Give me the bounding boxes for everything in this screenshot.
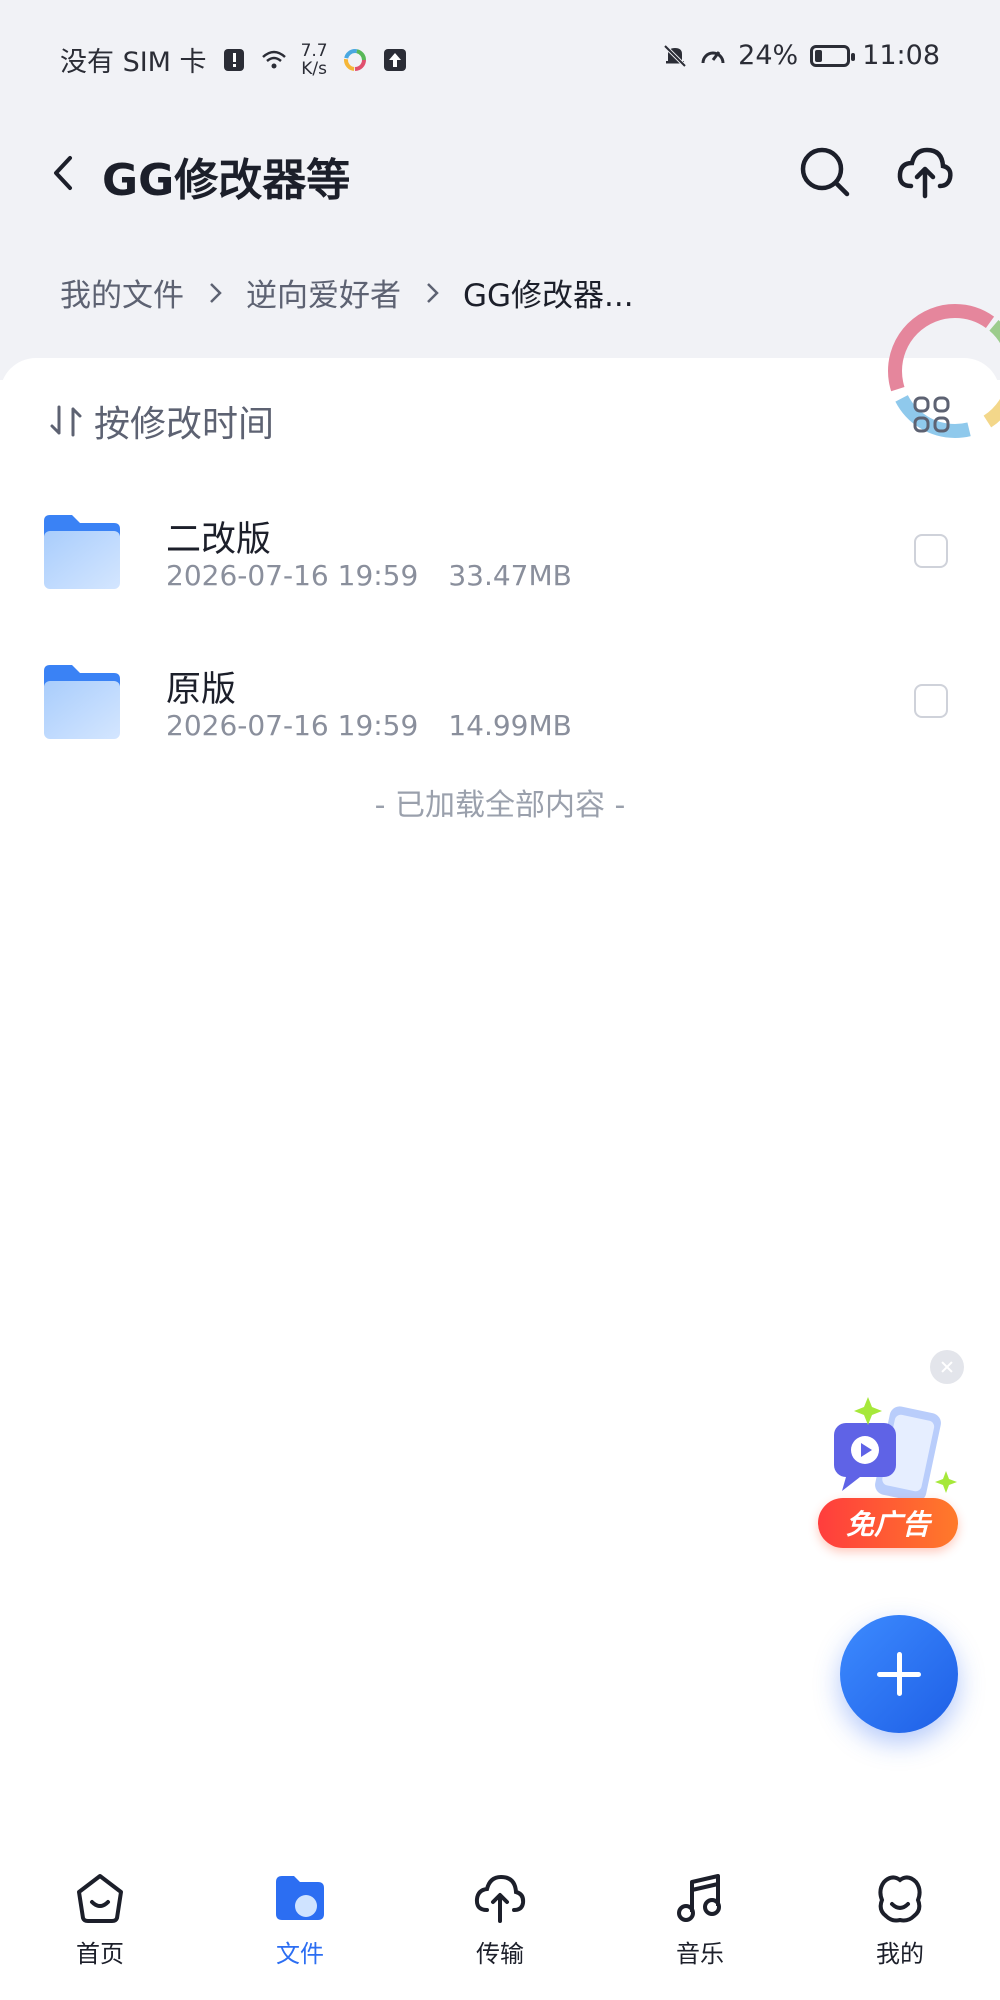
app-ring-icon (343, 48, 366, 71)
nav-item-files[interactable]: 文件 (240, 1870, 360, 1969)
folder-icon (44, 665, 120, 739)
nav-label: 首页 (76, 1940, 124, 1968)
file-meta: 2026-07-16 19:59 33.47MB (166, 559, 572, 592)
cloud-upload-icon[interactable] (895, 142, 955, 202)
nav-label: 我的 (876, 1940, 924, 1968)
clock: 11:08 (862, 40, 940, 71)
breadcrumb-item-current: GG修改器... (463, 278, 634, 314)
nav-item-music[interactable]: 音乐 (640, 1870, 760, 1969)
battery-percent: 24% (738, 40, 799, 71)
net-speed-unit: K/s (301, 58, 327, 79)
file-size: 14.99MB (448, 709, 572, 742)
sort-label: 按修改时间 (94, 404, 275, 445)
add-button[interactable] (840, 1615, 958, 1733)
carrier-label: 没有 SIM 卡 (60, 47, 207, 78)
bottom-nav: 首页 文件 传输 音乐 我的 (0, 1860, 1000, 2000)
chevron-right-icon (427, 282, 439, 303)
upload-notify-icon (383, 48, 406, 71)
net-speed-value: 7.7 (300, 40, 328, 61)
file-row[interactable]: 二改版 2026-07-16 19:59 33.47MB (0, 503, 1000, 623)
mute-bell-icon (663, 44, 687, 67)
breadcrumb: 我的文件 逆向爱好者 GG修改器... (60, 270, 634, 315)
sort-icon (50, 405, 82, 437)
file-date: 2026-07-16 19:59 (166, 709, 419, 742)
nav-label: 文件 (276, 1940, 324, 1968)
file-date: 2026-07-16 19:59 (166, 559, 419, 592)
select-checkbox[interactable] (914, 534, 948, 568)
nav-item-home[interactable]: 首页 (40, 1870, 160, 1969)
status-bar: 没有 SIM 卡 7.7 K/s 24% 11:08 (0, 30, 1000, 80)
page-title: GG修改器等 (102, 155, 351, 206)
ad-free-badge[interactable]: 免广告 (818, 1498, 958, 1548)
net-speed: 7.7 K/s (301, 42, 328, 78)
file-meta: 2026-07-16 19:59 14.99MB (166, 709, 572, 742)
all-loaded-text: - 已加载全部内容 - (374, 788, 626, 823)
speedometer-icon (701, 50, 725, 63)
file-name: 原版 (166, 670, 237, 710)
home-icon (77, 1874, 123, 1923)
header: GG修改器等 (0, 130, 1000, 220)
sim-alert-icon (223, 48, 244, 71)
file-row[interactable]: 原版 2026-07-16 19:59 14.99MB (0, 653, 1000, 773)
wifi-icon (261, 50, 286, 68)
breadcrumb-item-folder[interactable]: 逆向爱好者 (246, 270, 401, 315)
transfer-icon (474, 1874, 526, 1923)
profile-icon (878, 1875, 922, 1923)
nav-label: 传输 (476, 1940, 524, 1968)
file-size: 33.47MB (448, 559, 572, 592)
search-icon[interactable] (795, 142, 855, 202)
music-icon (677, 1874, 721, 1922)
back-arrow-icon[interactable] (40, 148, 90, 198)
select-checkbox[interactable] (914, 684, 948, 718)
sort-button[interactable]: 按修改时间 (48, 395, 274, 447)
breadcrumb-item-my-files[interactable]: 我的文件 (60, 270, 184, 315)
grid-view-icon[interactable] (912, 395, 952, 435)
file-icon (276, 1876, 324, 1920)
ad-close-icon[interactable] (930, 1350, 964, 1384)
nav-item-transfer[interactable]: 传输 (440, 1870, 560, 1969)
battery-icon (810, 44, 856, 67)
folder-icon (44, 515, 120, 589)
nav-item-profile[interactable]: 我的 (840, 1870, 960, 1969)
nav-label: 音乐 (676, 1940, 724, 1968)
chevron-right-icon (210, 282, 222, 303)
file-name: 二改版 (166, 520, 272, 560)
